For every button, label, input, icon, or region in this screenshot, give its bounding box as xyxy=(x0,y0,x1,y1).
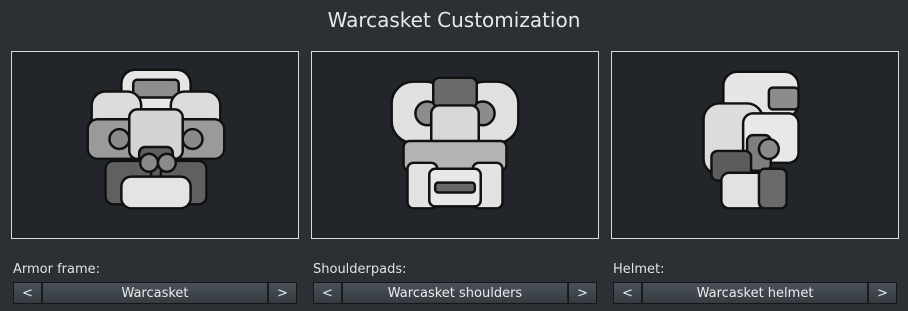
helmet-preview xyxy=(611,51,899,239)
armor-frame-value-text: Warcasket xyxy=(42,283,268,303)
shoulderpads-preview xyxy=(311,51,599,239)
shoulderpads-next-button[interactable]: > xyxy=(568,282,597,304)
helmet-prev-button[interactable]: < xyxy=(613,282,642,304)
window-title: Warcasket Customization xyxy=(327,8,581,32)
armor-frame-selector: < Warcasket > xyxy=(13,282,297,304)
armor-frame-prev-button[interactable]: < xyxy=(13,282,42,304)
helmet-label: Helmet: xyxy=(613,262,665,277)
shoulderpads-image xyxy=(390,76,520,210)
armor-frame-next-button[interactable]: > xyxy=(268,282,297,304)
shoulderpads-label: Shoulderpads: xyxy=(313,262,407,277)
armor-frame-value: Warcasket xyxy=(42,282,268,304)
helmet-value-text: Warcasket helmet xyxy=(642,283,868,303)
armor-frame-label: Armor frame: xyxy=(13,262,101,277)
shoulderpads-value: Warcasket shoulders xyxy=(342,282,568,304)
shoulderpads-value-text: Warcasket shoulders xyxy=(342,283,568,303)
armor-frame-preview xyxy=(11,51,299,239)
shoulderpads-selector: < Warcasket shoulders > xyxy=(313,282,597,304)
shoulderpads-prev-button[interactable]: < xyxy=(313,282,342,304)
armor-frame-image xyxy=(86,68,226,210)
helmet-value: Warcasket helmet xyxy=(642,282,868,304)
helmet-next-button[interactable]: > xyxy=(868,282,897,304)
helmet-image xyxy=(702,70,800,210)
helmet-selector: < Warcasket helmet > xyxy=(613,282,897,304)
